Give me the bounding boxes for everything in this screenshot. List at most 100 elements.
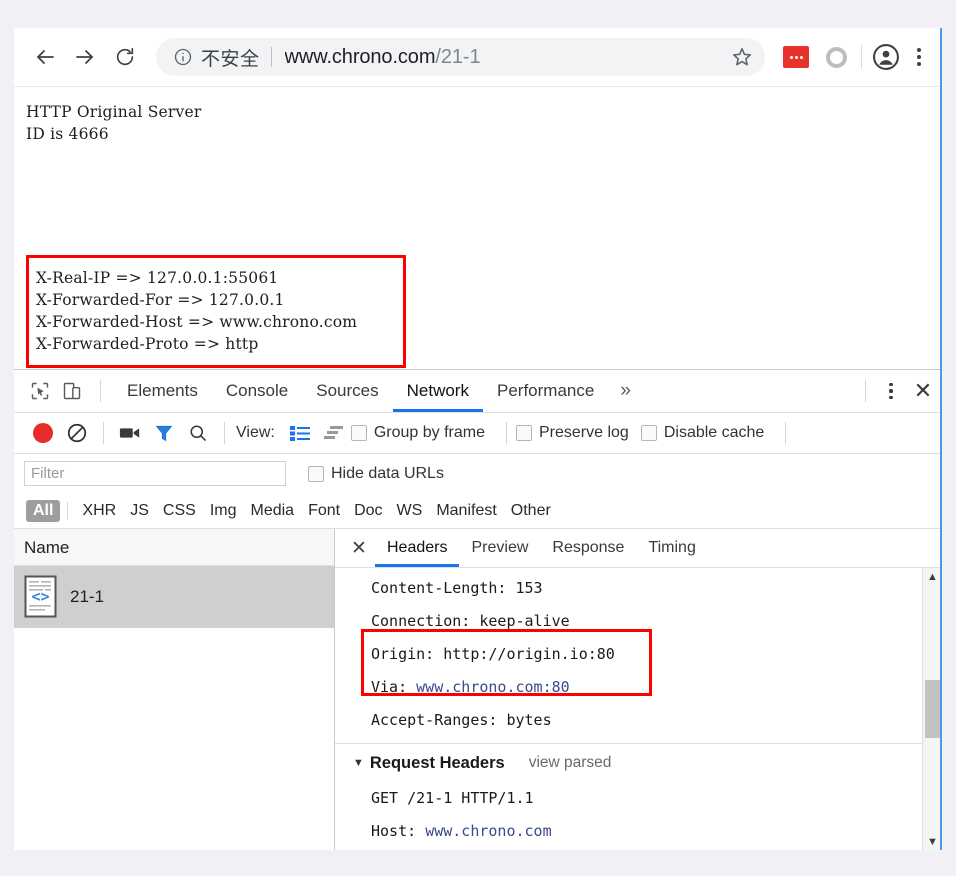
detail-close-icon[interactable]: ✕ — [343, 537, 375, 560]
back-icon[interactable] — [28, 40, 62, 74]
network-toolbar-divider-3 — [506, 422, 507, 444]
request-headers-section-header[interactable]: ▼ Request Headers view parsed — [335, 744, 942, 782]
tab-sources[interactable]: Sources — [302, 370, 392, 412]
forwarded-headers-highlight: X-Real-IP => 127.0.0.1:55061 X-Forwarded… — [26, 255, 406, 368]
scrollbar-thumb[interactable] — [925, 680, 940, 738]
network-toolbar-divider-4 — [785, 422, 787, 444]
window-focus-edge — [940, 28, 942, 850]
devtools-close-icon[interactable]: ✕ — [904, 378, 942, 404]
filter-input[interactable] — [24, 461, 286, 486]
type-filter-xhr[interactable]: XHR — [75, 500, 123, 522]
network-filter-row: Hide data URLs — [14, 454, 942, 493]
type-filter-js[interactable]: JS — [123, 500, 156, 522]
document-code-icon: <> — [24, 575, 58, 619]
table-row[interactable]: <> 21-1 — [14, 566, 334, 628]
devtools-kebab-icon[interactable] — [878, 382, 904, 400]
type-filter-doc[interactable]: Doc — [347, 500, 389, 522]
tab-performance[interactable]: Performance — [483, 370, 608, 412]
view-parsed-link[interactable]: view parsed — [529, 754, 612, 772]
forward-icon[interactable] — [68, 40, 102, 74]
detail-scrollbar[interactable]: ▲ ▼ — [922, 568, 942, 850]
circle-ring-icon[interactable] — [819, 40, 853, 74]
devtools-tabbar: Elements Console Sources Network Perform… — [14, 370, 942, 413]
hide-data-urls-label[interactable]: Hide data URLs — [331, 465, 444, 483]
request-list-pane: Name <> 21-1 — [14, 529, 335, 850]
header-value: www.chrono.com — [425, 822, 552, 840]
type-filter-ws[interactable]: WS — [390, 500, 430, 522]
type-filter-media[interactable]: Media — [243, 500, 301, 522]
column-header-name[interactable]: Name — [14, 529, 334, 566]
group-by-frame-label[interactable]: Group by frame — [374, 424, 485, 442]
header-name: Via: — [371, 678, 408, 696]
kebab-menu-icon[interactable] — [904, 40, 934, 74]
security-label[interactable]: 不安全 — [201, 44, 260, 71]
header-name: Accept-Ranges: — [371, 711, 498, 729]
view-label: View: — [236, 424, 275, 441]
header-line-get: GET /21-1 HTTP/1.1 — [335, 782, 942, 815]
hide-data-urls-checkbox[interactable] — [308, 465, 324, 482]
forwarded-headers-text: X-Real-IP => 127.0.0.1:55061 X-Forwarded… — [36, 269, 358, 353]
chevron-down-icon[interactable]: ▼ — [353, 757, 364, 769]
camera-icon[interactable] — [113, 418, 147, 448]
inspect-element-icon[interactable] — [24, 376, 56, 406]
extension-icon[interactable] — [783, 46, 809, 68]
waterfall-view-icon[interactable] — [317, 418, 351, 448]
devtools-divider — [100, 380, 101, 402]
list-view-icon[interactable] — [283, 418, 317, 448]
page-content: HTTP Original Server ID is 4666 X-Real-I… — [14, 86, 942, 369]
omnibox-divider — [270, 47, 272, 67]
record-button-icon[interactable] — [26, 418, 60, 448]
detail-tab-timing[interactable]: Timing — [636, 529, 707, 567]
server-intro-text: HTTP Original Server ID is 4666 — [26, 103, 202, 143]
disable-cache-checkbox[interactable] — [640, 425, 657, 441]
disable-cache-label[interactable]: Disable cache — [664, 424, 765, 442]
profile-avatar-icon[interactable] — [870, 41, 902, 73]
header-name: Connection: — [371, 612, 471, 630]
request-headers-title: Request Headers — [369, 753, 505, 772]
more-tabs-button[interactable]: » — [608, 380, 643, 402]
star-icon[interactable] — [725, 40, 759, 74]
filter-funnel-icon[interactable] — [147, 418, 181, 448]
type-filter-all[interactable]: All — [26, 499, 61, 522]
detail-tab-response[interactable]: Response — [540, 529, 636, 567]
request-name: 21-1 — [70, 587, 105, 606]
detail-tab-preview[interactable]: Preview — [459, 529, 540, 567]
type-filter-img[interactable]: Img — [203, 500, 244, 522]
reload-icon[interactable] — [108, 40, 142, 74]
url-host: www.chrono.com — [284, 45, 436, 68]
tab-elements[interactable]: Elements — [113, 370, 212, 412]
preserve-log-checkbox[interactable] — [516, 425, 532, 441]
group-by-frame-checkbox[interactable] — [350, 425, 367, 441]
resource-type-filters: All XHR JS CSS Img Media Font Doc WS Man… — [14, 493, 942, 529]
browser-toolbar: 不安全 www.chrono.com/21-1 — [14, 28, 942, 86]
search-icon[interactable] — [181, 418, 215, 448]
url-text[interactable]: www.chrono.com/21-1 — [285, 46, 721, 69]
header-name: Origin: — [371, 645, 435, 663]
header-value: bytes — [506, 711, 552, 729]
tab-console[interactable]: Console — [212, 370, 302, 412]
devtools-divider-right — [865, 380, 866, 402]
header-value: keep-alive — [479, 612, 570, 630]
header-value: 153 — [515, 579, 543, 597]
header-line-host: Host: www.chrono.com — [335, 815, 942, 848]
type-filter-other[interactable]: Other — [504, 500, 558, 522]
device-toolbar-icon[interactable] — [56, 376, 88, 406]
network-split-view: Name <> 21-1 ✕ Headers Preview Response … — [14, 529, 942, 850]
header-value: http://origin.io:80 — [443, 645, 615, 663]
header-line-via: Via: www.chrono.com:80 — [335, 671, 942, 704]
headers-body: Content-Length: 153 Connection: keep-ali… — [335, 568, 942, 850]
toolbar-divider — [861, 45, 862, 69]
type-filter-css[interactable]: CSS — [156, 500, 203, 522]
network-toolbar-divider-1 — [103, 422, 104, 444]
header-value: www.chrono.com:80 — [416, 678, 570, 696]
browser-window: 不安全 www.chrono.com/21-1 HTTP Original Se… — [14, 28, 942, 850]
header-line-content-length: Content-Length: 153 — [335, 572, 942, 605]
address-bar[interactable]: 不安全 www.chrono.com/21-1 — [156, 38, 765, 76]
clear-icon[interactable] — [60, 418, 94, 448]
preserve-log-label[interactable]: Preserve log — [539, 424, 629, 442]
tab-network[interactable]: Network — [392, 370, 483, 412]
detail-tab-headers[interactable]: Headers — [375, 529, 460, 567]
type-filter-manifest[interactable]: Manifest — [429, 500, 503, 522]
type-filter-font[interactable]: Font — [301, 500, 347, 522]
info-circle-icon[interactable] — [172, 46, 194, 68]
